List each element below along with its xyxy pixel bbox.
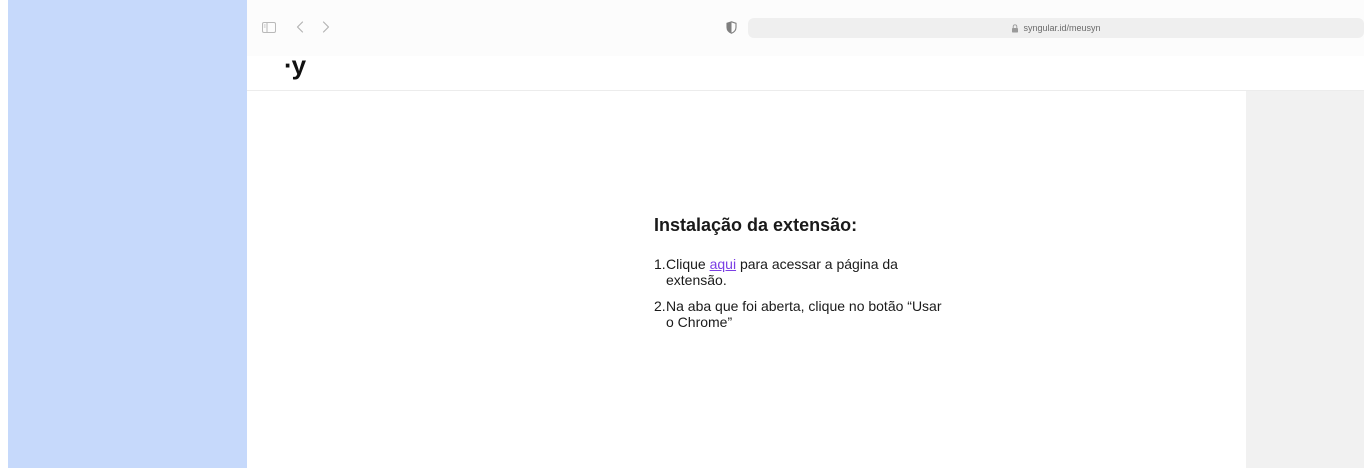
install-instructions: Instalação da extensão: 1. Clique aqui p…: [654, 214, 944, 340]
step-number: 1.: [654, 256, 666, 272]
left-side-panel: [8, 0, 247, 468]
chevron-right-icon[interactable]: [318, 19, 334, 35]
right-rail: [1246, 91, 1364, 468]
browser-toolbar: syngular.id/meusyn: [247, 0, 1364, 56]
extension-page-link[interactable]: aqui: [710, 256, 736, 272]
shield-icon[interactable]: [723, 19, 739, 35]
chevron-left-icon[interactable]: [292, 19, 308, 35]
step-text: Clique: [666, 256, 710, 272]
sidebar-toggle-icon[interactable]: [261, 19, 277, 35]
install-step-2: 2. Na aba que foi aberta, clique no botã…: [654, 298, 944, 330]
address-bar[interactable]: syngular.id/meusyn: [748, 18, 1364, 38]
step-number: 2.: [654, 298, 666, 314]
screen: syngular.id/meusyn ·y Instalação da exte…: [0, 0, 1364, 468]
lock-icon: [1011, 23, 1019, 33]
main-content: Instalação da extensão: 1. Clique aqui p…: [247, 91, 1246, 468]
step-text: Na aba que foi aberta, clique no botão “…: [666, 298, 942, 330]
site-logo[interactable]: ·y: [284, 50, 306, 80]
browser-window: syngular.id/meusyn ·y Instalação da exte…: [247, 0, 1364, 468]
left-gutter: [0, 0, 8, 468]
site-header: ·y: [247, 50, 1364, 91]
install-title: Instalação da extensão:: [654, 215, 858, 235]
url-text: syngular.id/meusyn: [1023, 23, 1101, 33]
install-step-1: 1. Clique aqui para acessar a página da …: [654, 256, 944, 288]
